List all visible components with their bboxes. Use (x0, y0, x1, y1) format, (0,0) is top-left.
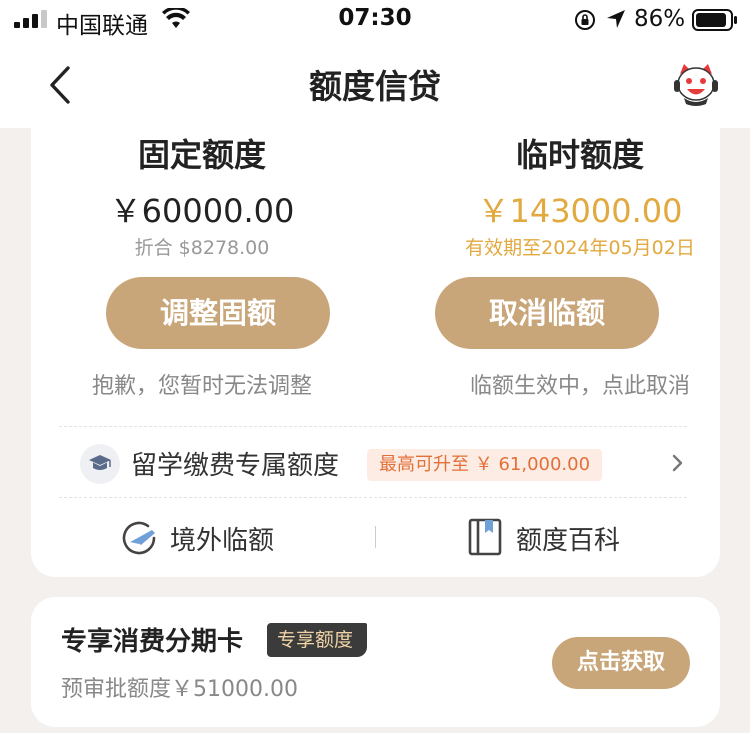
graduation-cap-icon (80, 444, 120, 484)
temp-limit-validity: 有效期至2024年05月02日 (465, 237, 695, 259)
divider (59, 426, 687, 427)
battery-percent: 86% (634, 6, 686, 32)
rotation-lock-icon (575, 10, 595, 30)
temp-limit-note[interactable]: 临额生效中，点此取消 (425, 368, 735, 400)
chevron-right-icon (672, 454, 683, 472)
fixed-limit-note: 抱歉，您暂时无法调整 (91, 374, 312, 399)
vertical-separator (375, 526, 376, 548)
fixed-limit-converted: 折合 $8278.00 (134, 237, 270, 259)
study-abroad-label: 留学缴费专属额度 (131, 451, 340, 481)
status-bar: 中国联通 07:30 86% (0, 0, 750, 44)
fixed-limit-title: 固定额度 (137, 136, 266, 174)
location-arrow-icon (607, 10, 625, 28)
plane-globe-icon (122, 521, 156, 555)
limit-encyclopedia-label: 额度百科 (516, 526, 621, 556)
adjust-fixed-limit-button[interactable]: 调整固额 (106, 277, 330, 349)
nav-bar: 额度信贷 (0, 44, 750, 128)
temp-limit-amount: ￥143000.00 (477, 192, 683, 230)
page-title: 额度信贷 (309, 67, 441, 106)
temp-limit-title: 临时额度 (515, 136, 644, 174)
cancel-temp-limit-button[interactable]: 取消临额 (435, 277, 659, 349)
get-card-button[interactable]: 点击获取 (552, 637, 690, 689)
battery-icon (692, 9, 737, 31)
exclusive-limit-tag: 专享额度 (267, 623, 368, 657)
divider (59, 497, 687, 498)
book-icon (468, 518, 502, 556)
installment-card: 专享消费分期卡 专享额度 预审批额度￥51000.00 点击获取 (31, 597, 720, 727)
fixed-limit-amount: ￥60000.00 (109, 192, 295, 230)
mascot-avatar-icon[interactable] (672, 60, 720, 108)
installment-card-title: 专享消费分期卡 (61, 627, 244, 657)
preapproved-limit: 预审批额度￥51000.00 (61, 677, 298, 702)
max-limit-badge: 最高可升至 ￥ 61,000.00 (367, 449, 603, 481)
overseas-temp-limit-label: 境外临额 (170, 526, 275, 556)
limit-card: 固定额度 ￥60000.00 折合 $8278.00 调整固额 抱歉，您暂时无法… (31, 118, 720, 577)
study-abroad-limit-row[interactable]: 留学缴费专属额度 最高可升至 ￥ 61,000.00 (31, 434, 720, 492)
